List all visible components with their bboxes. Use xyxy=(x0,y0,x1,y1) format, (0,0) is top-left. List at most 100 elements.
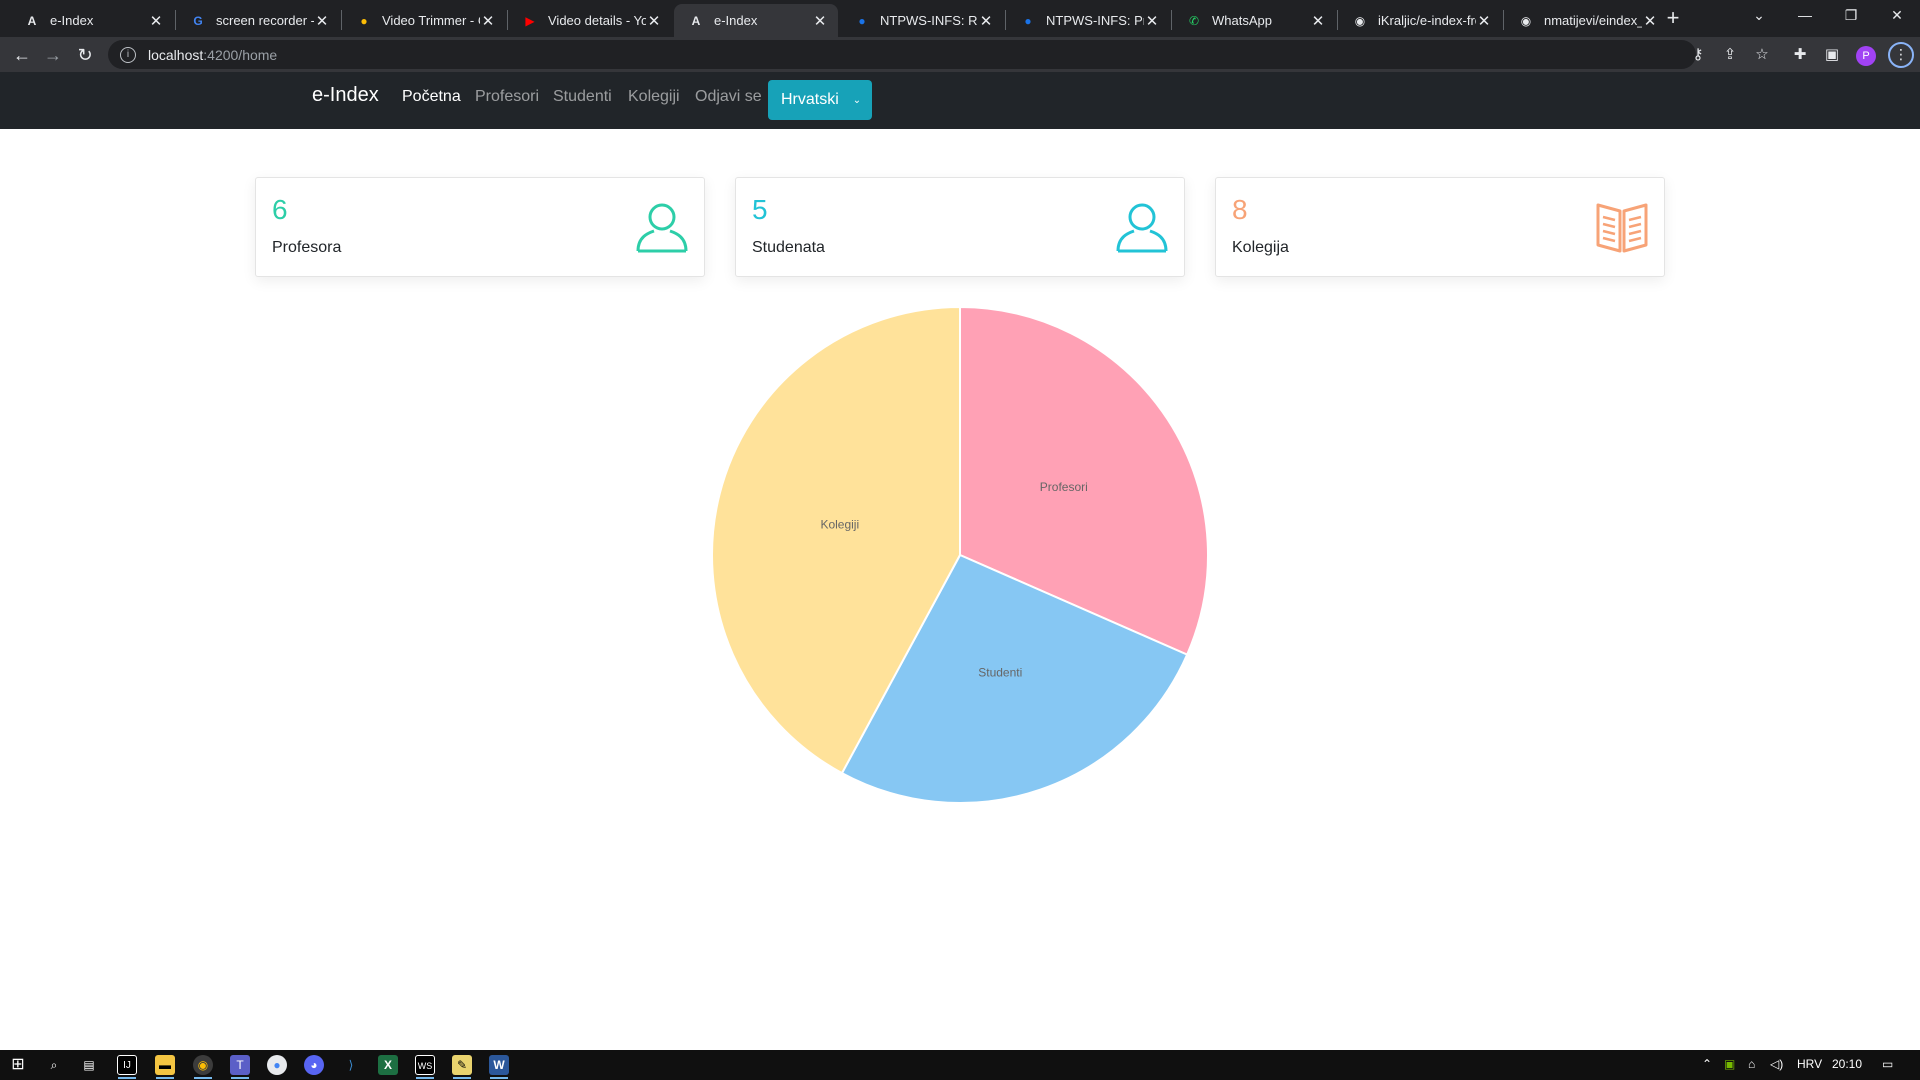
browser-tab[interactable]: ◉ nmatijevi/eindex_b ✕ xyxy=(1504,4,1668,37)
youtube-icon: ▶ xyxy=(525,13,535,28)
tab-search-button[interactable]: ⌄ xyxy=(1736,0,1782,30)
browser-menu-icon[interactable]: ⋮ xyxy=(1888,42,1914,68)
stat-value: 8 xyxy=(1232,194,1248,225)
nvidia-tray-icon[interactable]: ▣ xyxy=(1724,1057,1735,1071)
tab-separator xyxy=(1005,10,1006,30)
tab-title: e-Index xyxy=(714,13,758,28)
tab-close-icon[interactable]: ✕ xyxy=(314,12,330,30)
angular-icon: A xyxy=(691,13,701,28)
pie-slice-label: Kolegiji xyxy=(820,518,859,532)
browser-tab[interactable]: ✆ WhatsApp ✕ xyxy=(1172,4,1336,37)
vscode-icon[interactable]: ⟩ xyxy=(341,1055,361,1075)
running-indicator xyxy=(416,1077,434,1079)
browser-tab[interactable]: ● Video Trimmer - Cu✕ xyxy=(342,4,506,37)
browser-app-icon[interactable]: ● xyxy=(267,1055,287,1075)
tab-close-icon[interactable]: ✕ xyxy=(1642,12,1658,30)
address-host: localhost xyxy=(148,46,204,63)
reload-button[interactable]: ↻ xyxy=(72,42,98,68)
nav-link-kolegiji[interactable]: Kolegiji xyxy=(628,88,680,106)
tab-close-icon[interactable]: ✕ xyxy=(978,12,994,30)
network-icon[interactable]: ⌂ xyxy=(1748,1057,1755,1071)
notifications-icon[interactable]: ▭ xyxy=(1882,1057,1893,1071)
restore-button[interactable]: ❐ xyxy=(1828,0,1874,30)
browser-tab[interactable]: ▶ Video details - You ✕ xyxy=(508,4,672,37)
tab-title: WhatsApp xyxy=(1212,13,1272,28)
whatsapp-icon: ✆ xyxy=(1188,13,1200,28)
running-indicator xyxy=(490,1077,508,1079)
task-view-icon[interactable]: ▤ xyxy=(79,1055,99,1075)
nav-link-studenti[interactable]: Studenti xyxy=(553,88,612,106)
side-panel-icon[interactable]: ▣ xyxy=(1822,45,1842,65)
windows-taskbar: ⊞ ⌕ ▤ IJ ▬ ◉ T ● ◕ ⟩ X WS ✎ W ⌃ ▣ ⌂ ◁) H… xyxy=(0,1050,1920,1080)
bookmark-star-icon[interactable]: ☆ xyxy=(1752,45,1772,65)
user-icon xyxy=(1116,203,1168,253)
github-icon: ◉ xyxy=(1354,13,1366,28)
browser-tab[interactable]: ◉ iKraljic/e-index-fro ✕ xyxy=(1338,4,1502,37)
language-dropdown[interactable]: Hrvatski ⌄ xyxy=(768,80,872,120)
profile-avatar[interactable]: P xyxy=(1856,46,1876,66)
file-explorer-icon[interactable]: ▬ xyxy=(155,1055,175,1075)
stat-value: 5 xyxy=(752,194,768,225)
new-tab-button[interactable]: + xyxy=(1660,5,1686,31)
globe-icon: ● xyxy=(858,13,866,28)
brand-logo[interactable]: e-Index xyxy=(312,84,379,107)
tab-title: NTPWS-INFS: Pred xyxy=(1046,13,1144,28)
tab-title: Video details - You xyxy=(548,13,646,28)
share-icon[interactable]: ⇪ xyxy=(1720,45,1740,65)
excel-icon[interactable]: X xyxy=(378,1055,398,1075)
chrome-icon[interactable]: ◉ xyxy=(193,1055,213,1075)
discord-icon[interactable]: ◕ xyxy=(304,1055,324,1075)
stat-label: Profesora xyxy=(272,239,342,256)
pie-chart: Profesori Studenti Kolegiji xyxy=(711,305,1209,804)
webstorm-icon[interactable]: WS xyxy=(415,1055,435,1075)
browser-tab[interactable]: Ae-Index ✕ xyxy=(10,4,174,37)
windows-start-icon[interactable]: ⊞ xyxy=(8,1055,28,1075)
tab-title: screen recorder - G xyxy=(216,13,314,28)
tab-close-icon[interactable]: ✕ xyxy=(480,12,496,30)
site-info-icon[interactable]: i xyxy=(120,46,136,63)
forward-button[interactable]: → xyxy=(40,42,66,68)
minimize-button[interactable]: — xyxy=(1782,0,1828,30)
teams-icon[interactable]: T xyxy=(230,1055,250,1075)
password-key-icon[interactable]: ⚷ xyxy=(1688,45,1708,65)
input-language[interactable]: HRV xyxy=(1797,1057,1822,1071)
pie-slice-label: Profesori xyxy=(1040,480,1088,494)
tab-close-icon[interactable]: ✕ xyxy=(1144,12,1160,30)
nav-link-pocetna[interactable]: Početna xyxy=(402,88,461,106)
browser-tab[interactable]: Gscreen recorder - G✕ xyxy=(176,4,340,37)
tab-separator xyxy=(175,10,176,30)
book-icon xyxy=(1596,203,1648,253)
stat-card-kolegiji: 8 Kolegija xyxy=(1215,177,1665,277)
close-window-button[interactable]: ✕ xyxy=(1874,0,1920,30)
nav-link-profesori[interactable]: Profesori xyxy=(475,88,539,106)
extensions-puzzle-icon[interactable]: ✚ xyxy=(1790,45,1810,65)
tab-separator xyxy=(1337,10,1338,30)
address-path: :4200/home xyxy=(203,46,278,63)
notepad-icon[interactable]: ✎ xyxy=(452,1055,472,1075)
google-icon: G xyxy=(193,13,203,28)
tab-close-icon[interactable]: ✕ xyxy=(812,12,828,30)
address-bar[interactable]: i localhost:4200/home xyxy=(108,40,1696,69)
intellij-icon[interactable]: IJ xyxy=(117,1055,137,1075)
browser-tab[interactable]: ● NTPWS-INFS: Rasp✕ xyxy=(840,4,1004,37)
tab-title: nmatijevi/eindex_b xyxy=(1544,13,1642,28)
tab-close-icon[interactable]: ✕ xyxy=(1310,12,1326,30)
browser-tab[interactable]: ● NTPWS-INFS: Pred✕ xyxy=(1006,4,1170,37)
running-indicator xyxy=(194,1077,212,1079)
running-indicator xyxy=(156,1077,174,1079)
tab-close-icon[interactable]: ✕ xyxy=(1476,12,1492,30)
back-button[interactable]: ← xyxy=(9,42,35,68)
tab-close-icon[interactable]: ✕ xyxy=(148,12,164,30)
running-indicator xyxy=(118,1077,136,1079)
word-icon[interactable]: W xyxy=(489,1055,509,1075)
nav-link-odjavi-se[interactable]: Odjavi se xyxy=(695,88,762,106)
running-indicator xyxy=(453,1077,471,1079)
clock-time[interactable]: 20:10 xyxy=(1832,1057,1862,1071)
running-indicator xyxy=(231,1077,249,1079)
browser-tab[interactable]: Ae-Index ✕ xyxy=(674,4,838,37)
show-hidden-icons-icon[interactable]: ⌃ xyxy=(1702,1057,1712,1071)
volume-icon[interactable]: ◁) xyxy=(1770,1057,1783,1071)
search-icon[interactable]: ⌕ xyxy=(44,1055,64,1075)
tab-close-icon[interactable]: ✕ xyxy=(646,12,662,30)
angular-icon: A xyxy=(27,13,37,28)
